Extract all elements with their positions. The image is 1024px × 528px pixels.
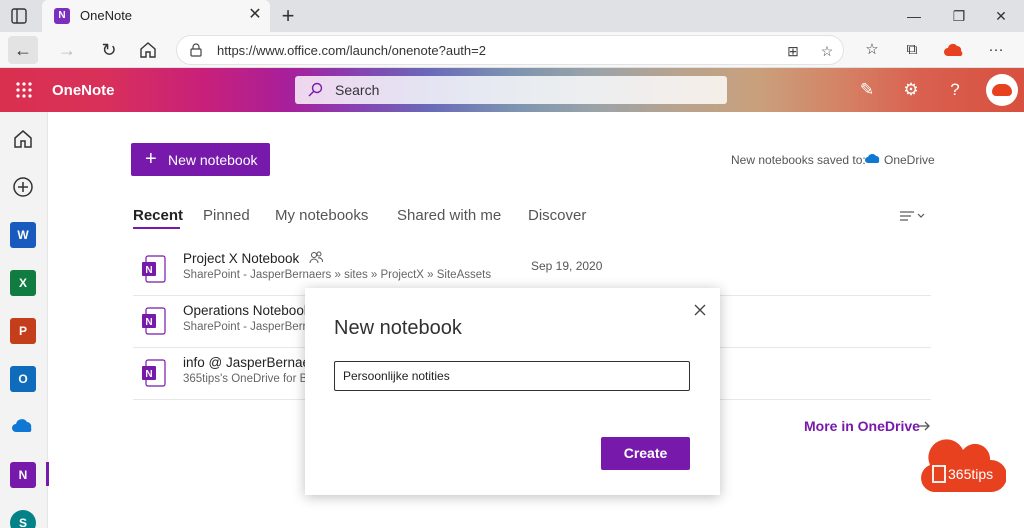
onenote-notebook-icon: N — [142, 255, 166, 283]
notebook-path: SharePoint - JasperBernaers » sites » Pr… — [183, 269, 492, 281]
365tips-logo: 365tips — [921, 439, 1006, 492]
office-cloud-icon[interactable] — [943, 43, 965, 57]
svg-text:N: N — [145, 369, 152, 380]
home-icon[interactable] — [136, 40, 160, 60]
tab-manager-icon[interactable] — [10, 7, 28, 25]
create-button[interactable]: Create — [601, 437, 690, 470]
new-notebook-button[interactable]: + New notebook — [131, 143, 270, 176]
url-text: https://www.office.com/launch/onenote?au… — [217, 43, 486, 58]
app-name[interactable]: OneNote — [52, 82, 115, 99]
notebook-title: Operations Notebook — [183, 303, 311, 318]
avatar-logo-icon — [992, 84, 1012, 96]
app-header: OneNote Search ✎ ⚙ ? — [0, 68, 1024, 112]
onenote-notebook-icon: N — [142, 307, 166, 335]
create-icon[interactable] — [10, 174, 36, 200]
close-icon[interactable]: ✕ — [246, 6, 264, 24]
notebook-title: info @ JasperBernaers — [183, 355, 322, 370]
tab-shared-with-me[interactable]: Shared with me — [397, 207, 501, 224]
refresh-icon[interactable]: ↻ — [94, 36, 124, 64]
avatar[interactable] — [986, 74, 1018, 106]
close-window-icon[interactable]: ✕ — [989, 5, 1013, 27]
onedrive-cloud-icon — [865, 153, 880, 163]
left-rail: W X P O N S — [0, 112, 49, 528]
onenote-icon[interactable]: N — [10, 462, 36, 488]
browser-tab[interactable]: N OneNote ✕ — [42, 0, 270, 32]
tab-pinned[interactable]: Pinned — [203, 207, 250, 224]
more-in-onedrive-link[interactable]: More in OneDrive — [804, 418, 920, 434]
back-icon[interactable]: ← — [8, 36, 38, 64]
tab-title: OneNote — [80, 8, 133, 23]
address-bar[interactable]: https://www.office.com/launch/onenote?au… — [176, 35, 844, 65]
restore-icon[interactable]: ❐ — [947, 5, 971, 27]
tab-my-notebooks[interactable]: My notebooks — [275, 207, 368, 224]
browser-tab-bar: N OneNote ✕ + — ❐ ✕ — [0, 0, 1024, 32]
onenote-favicon-icon: N — [54, 8, 70, 24]
help-icon[interactable]: ? — [944, 79, 966, 101]
notebook-title: Project X Notebook — [183, 251, 300, 266]
powerpoint-icon[interactable]: P — [10, 318, 36, 344]
new-notebook-label: New notebook — [168, 152, 258, 168]
outlook-icon[interactable]: O — [10, 366, 36, 392]
onenote-notebook-icon: N — [142, 359, 166, 387]
saved-to-label: New notebooks saved to: — [731, 153, 866, 167]
svg-text:N: N — [145, 317, 152, 328]
minimize-icon[interactable]: — — [902, 5, 926, 27]
more-icon[interactable]: ··· — [986, 40, 1006, 60]
shared-icon — [309, 251, 323, 264]
notebook-name-input[interactable] — [334, 361, 690, 391]
screen: N OneNote ✕ + — ❐ ✕ ← → ↻ https://www.of… — [0, 0, 1024, 528]
sort-icon[interactable] — [899, 208, 927, 224]
word-icon[interactable]: W — [10, 222, 36, 248]
search-box[interactable]: Search — [295, 76, 727, 104]
search-placeholder: Search — [335, 82, 380, 98]
new-notebook-dialog: New notebook Create — [305, 288, 720, 495]
search-icon — [308, 82, 323, 97]
app-launcher-icon[interactable] — [14, 80, 34, 100]
tab-discover[interactable]: Discover — [528, 207, 586, 224]
favorites-add-icon[interactable]: ☆ — [817, 41, 837, 61]
notebook-date: Sep 19, 2020 — [531, 259, 603, 273]
dialog-title: New notebook — [334, 317, 462, 339]
favorites-icon[interactable]: ☆ — [862, 40, 882, 60]
close-icon[interactable] — [691, 301, 709, 319]
tab-recent[interactable]: Recent — [133, 207, 183, 224]
plus-icon[interactable]: + — [276, 4, 300, 28]
onedrive-icon[interactable] — [10, 414, 36, 440]
browser-nav-bar: ← → ↻ https://www.office.com/launch/onen… — [0, 32, 1024, 68]
gear-icon[interactable]: ⚙ — [900, 79, 922, 101]
tab-underline — [133, 227, 180, 229]
watermark-text: 365tips — [948, 466, 993, 482]
svg-text:N: N — [145, 265, 152, 276]
home-icon[interactable] — [10, 126, 36, 152]
apps-icon[interactable]: ⊞ — [783, 41, 803, 61]
active-indicator — [46, 462, 49, 486]
arrow-right-icon[interactable] — [917, 419, 931, 433]
plus-icon: + — [145, 148, 157, 170]
lock-icon[interactable] — [189, 43, 203, 57]
collections-icon[interactable]: ⧉ — [902, 40, 922, 60]
feedback-icon[interactable]: ✎ — [856, 79, 878, 101]
sharepoint-icon[interactable]: S — [10, 510, 36, 528]
excel-icon[interactable]: X — [10, 270, 36, 296]
forward-icon[interactable]: → — [52, 36, 82, 64]
saved-to-location[interactable]: OneDrive — [884, 153, 935, 167]
